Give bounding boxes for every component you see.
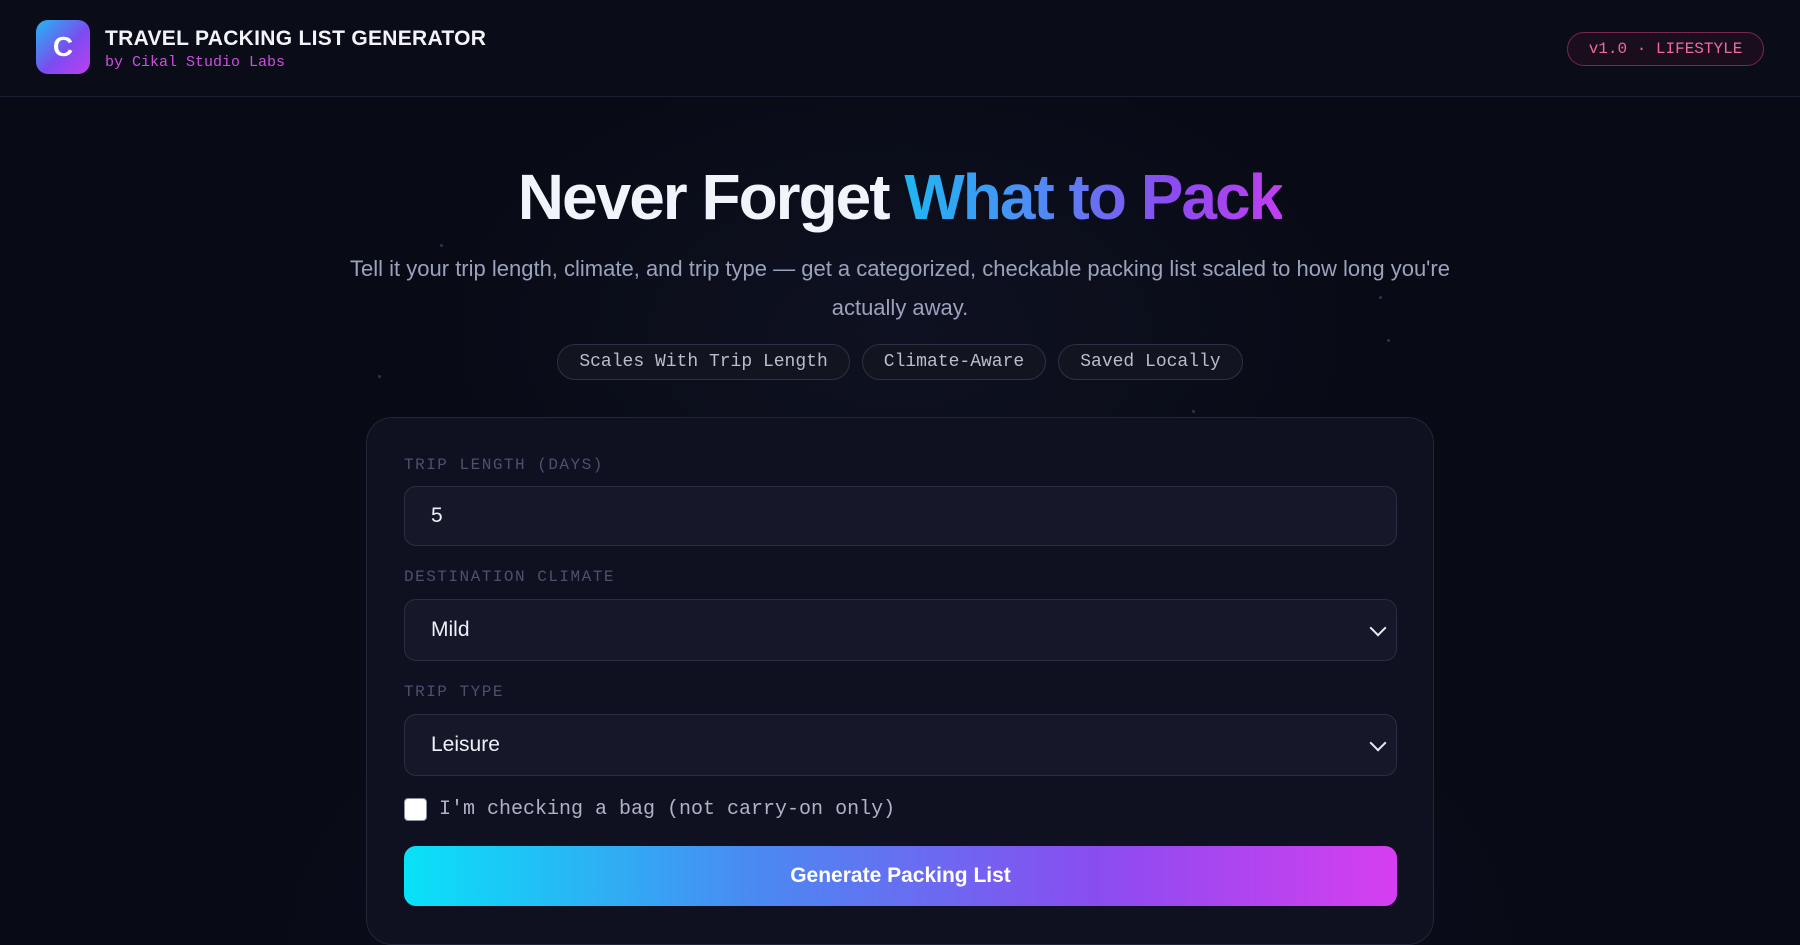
hero-title-highlight: What to Pack (904, 161, 1284, 233)
background-dot (1387, 339, 1390, 342)
trip-length-label: TRIP LENGTH (DAYS) (404, 456, 604, 474)
chevron-down-icon (1369, 734, 1387, 752)
hero-title: Never Forget What to Pack (0, 160, 1800, 234)
app-byline: by Cikal Studio Labs (105, 54, 286, 71)
hero-title-plain: Never Forget (517, 161, 905, 233)
checked-bag-checkbox[interactable] (404, 798, 427, 821)
chevron-down-icon (1369, 619, 1387, 637)
trip-type-label: TRIP TYPE (404, 683, 504, 701)
app-title: TRAVEL PACKING LIST GENERATOR (105, 27, 487, 50)
climate-label: DESTINATION CLIMATE (404, 568, 615, 586)
feature-pills: Scales With Trip Length Climate-Aware Sa… (0, 344, 1800, 380)
trip-length-value: 5 (431, 504, 443, 527)
version-badge: v1.0 · LIFESTYLE (1567, 32, 1764, 66)
trip-length-input[interactable]: 5 (404, 486, 1397, 546)
top-navbar: C TRAVEL PACKING LIST GENERATOR by Cikal… (0, 0, 1800, 97)
trip-form-card: TRIP LENGTH (DAYS) 5 DESTINATION CLIMATE… (366, 417, 1434, 945)
feature-pill-climate: Climate-Aware (861, 344, 1047, 380)
checked-bag-option[interactable]: I'm checking a bag (not carry-on only) (404, 798, 895, 821)
climate-selected-value: Mild (431, 618, 470, 641)
trip-type-select[interactable]: Leisure (404, 714, 1397, 776)
background-dot (440, 244, 443, 247)
generate-packing-list-button[interactable]: Generate Packing List (404, 846, 1397, 906)
background-dot (1192, 410, 1195, 413)
app-logo[interactable]: C (36, 20, 90, 74)
feature-pill-saved-locally: Saved Locally (1058, 344, 1243, 380)
hero-subtitle: Tell it your trip length, climate, and t… (350, 256, 1450, 320)
trip-type-selected-value: Leisure (431, 733, 500, 756)
feature-pill-trip-length: Scales With Trip Length (557, 344, 850, 380)
checked-bag-label[interactable]: I'm checking a bag (not carry-on only) (439, 798, 895, 821)
climate-select[interactable]: Mild (404, 599, 1397, 661)
